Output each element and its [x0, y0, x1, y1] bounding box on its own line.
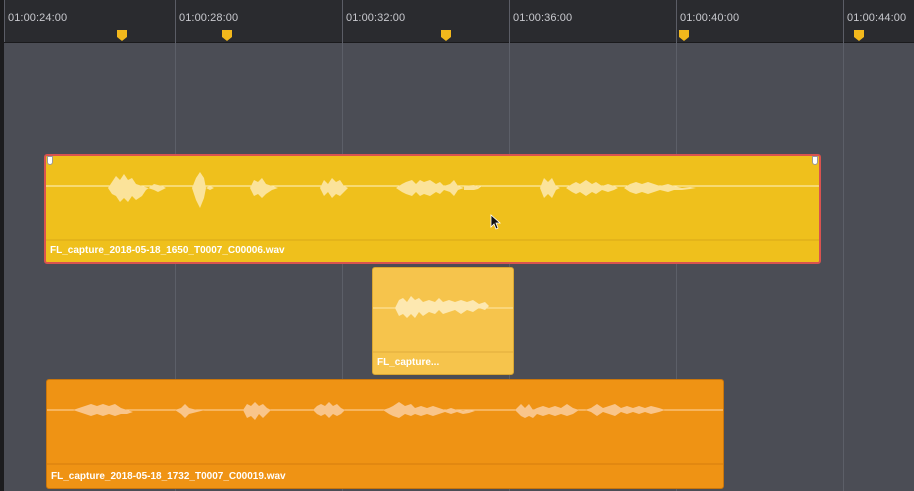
- marker-icon[interactable]: [117, 30, 127, 41]
- marker-icon[interactable]: [679, 30, 689, 41]
- marker-icon[interactable]: [854, 30, 864, 41]
- grid-line: [843, 42, 844, 491]
- clip-name: FL_capture_2018-05-18_1732_T0007_C00019.…: [51, 471, 286, 482]
- audio-clip-3[interactable]: FL_capture_2018-05-18_1732_T0007_C00019.…: [46, 379, 724, 489]
- ruler-tick: [843, 0, 844, 42]
- audio-clip-2[interactable]: FL_capture...: [372, 267, 514, 375]
- timeline-area[interactable]: 01:00:24:00 01:00:28:00 01:00:32:00 01:0…: [4, 0, 914, 491]
- ruler-tick: [509, 0, 510, 42]
- ruler-tick: [4, 0, 5, 42]
- ruler-tick: [342, 0, 343, 42]
- marker-icon[interactable]: [441, 30, 451, 41]
- trim-handle-left-icon[interactable]: [47, 156, 53, 165]
- timecode-label: 01:00:28:00: [179, 12, 239, 24]
- timecode-ruler[interactable]: 01:00:24:00 01:00:28:00 01:00:32:00 01:0…: [4, 0, 914, 43]
- marker-icon[interactable]: [222, 30, 232, 41]
- timecode-label: 01:00:44:00: [847, 12, 907, 24]
- clip-name: FL_capture_2018-05-18_1650_T0007_C00006.…: [50, 245, 285, 256]
- audio-clip-1[interactable]: FL_capture_2018-05-18_1650_T0007_C00006.…: [44, 154, 821, 264]
- clip-name: FL_capture...: [377, 357, 440, 368]
- trim-handle-right-icon[interactable]: [812, 156, 818, 165]
- timecode-label: 01:00:32:00: [346, 12, 406, 24]
- ruler-tick: [175, 0, 176, 42]
- timecode-label: 01:00:24:00: [8, 12, 68, 24]
- timecode-label: 01:00:36:00: [513, 12, 573, 24]
- timecode-label: 01:00:40:00: [680, 12, 740, 24]
- ruler-tick: [676, 0, 677, 42]
- mouse-pointer-icon: [490, 214, 502, 230]
